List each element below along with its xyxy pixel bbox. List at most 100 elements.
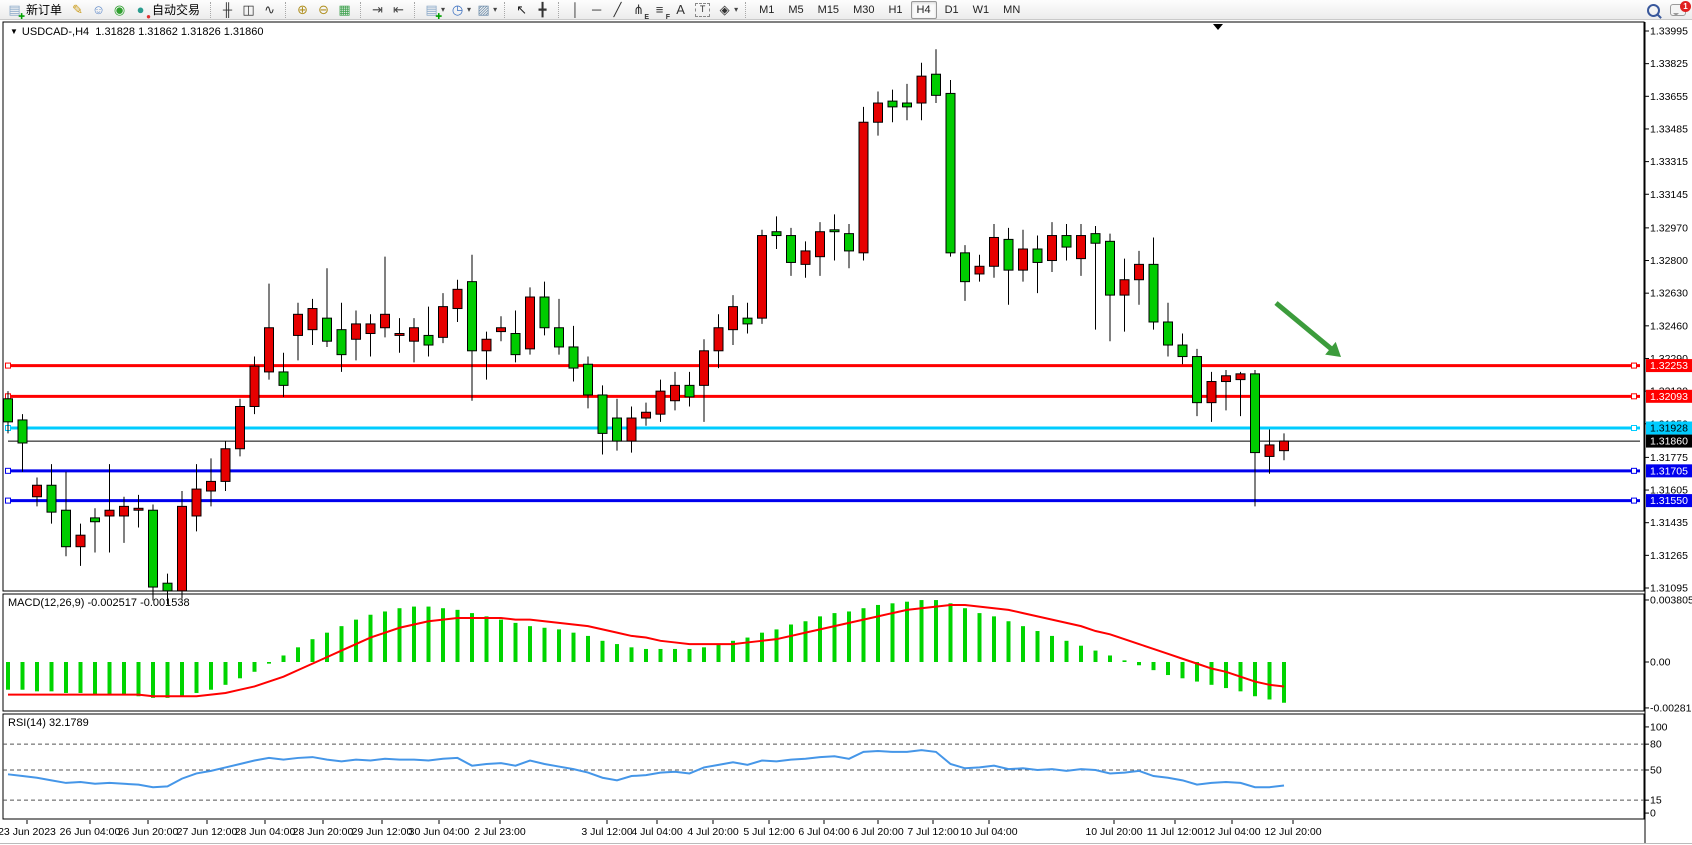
timeframe-m15-button[interactable]: M15 — [812, 1, 845, 19]
candle-body — [787, 236, 796, 263]
arrows-icon-dropdown[interactable]: ▾ — [734, 5, 738, 14]
timeframe-m1-button[interactable]: M1 — [753, 1, 780, 19]
indicators-icon[interactable]: ▤✚ — [422, 1, 441, 19]
candle-body — [540, 297, 549, 328]
timeframe-h1-button[interactable]: H1 — [882, 1, 908, 19]
rsi-tick-label: 15 — [1650, 795, 1662, 807]
cursor-icon[interactable]: ↖ — [512, 1, 531, 19]
candle-body — [381, 314, 390, 327]
price-tick-label: 1.32460 — [1650, 320, 1688, 332]
candle-body — [1106, 241, 1115, 295]
candle-body — [598, 395, 607, 433]
arrows-icon[interactable]: ◈ — [715, 1, 734, 19]
line-handle[interactable] — [1632, 468, 1637, 473]
candle-body — [47, 485, 56, 512]
text-icon[interactable]: A — [671, 1, 690, 19]
macd-pane[interactable] — [3, 594, 1644, 711]
horizontal-line-icon[interactable]: ─ — [587, 1, 606, 19]
candle-body — [830, 230, 839, 232]
zoom-in-icon[interactable]: ⊕ — [293, 1, 312, 19]
autotrade-button[interactable]: ●● — [131, 1, 150, 19]
vertical-line-icon[interactable]: │ — [566, 1, 585, 19]
candle-body — [105, 510, 114, 516]
line-chart-icon[interactable]: ∿ — [260, 1, 279, 19]
chart-shift-icon[interactable]: ⇤ — [389, 1, 408, 19]
candle-body — [1091, 234, 1100, 244]
candle-body — [221, 449, 230, 482]
candle-body — [729, 307, 738, 330]
time-tick-label: 4 Jul 20:00 — [687, 826, 739, 838]
rsi-indicator-label: RSI(14) 32.1789 — [8, 717, 89, 729]
candle-chart-icon[interactable]: ◫ — [239, 1, 258, 19]
periods-icon[interactable]: ◷ — [448, 1, 467, 19]
new-order-button[interactable]: ▤✚ — [5, 1, 24, 19]
candle-body — [468, 282, 477, 351]
candle-body — [33, 485, 42, 497]
tile-windows-icon[interactable]: ▦ — [335, 1, 354, 19]
text-label-icon[interactable]: T — [695, 3, 710, 17]
candle-body — [584, 364, 593, 395]
new-order-button-label[interactable]: 新订单 — [26, 1, 62, 18]
trendline-icon[interactable]: ╱ — [608, 1, 627, 19]
line-handle[interactable] — [6, 363, 11, 368]
community-icon[interactable]: ☺ — [89, 1, 108, 19]
time-tick-label: 12 Jul 04:00 — [1203, 826, 1260, 838]
channel-icon[interactable]: ⋔E — [629, 1, 648, 19]
autotrade-button-label[interactable]: 自动交易 — [152, 1, 200, 18]
timeframe-m30-button[interactable]: M30 — [847, 1, 880, 19]
time-tick-label: 2 Jul 23:00 — [474, 826, 526, 838]
chart-ohlc-values: 1.31828 1.31862 1.31826 1.31860 — [95, 26, 263, 38]
main-pane[interactable] — [3, 22, 1644, 591]
line-handle[interactable] — [1632, 363, 1637, 368]
candle-body — [555, 328, 564, 347]
time-tick-label: 28 Jun 20:00 — [293, 826, 354, 838]
timeframe-w1-button[interactable]: W1 — [967, 1, 996, 19]
macd-tick-label: 0.003805 — [1650, 594, 1692, 606]
chart-symbol-period: USDCAD-,H4 — [22, 26, 89, 38]
price-line-label: 1.31705 — [1650, 465, 1688, 477]
signal-icon[interactable]: ◉ — [110, 1, 129, 19]
auto-scroll-icon[interactable]: ⇥ — [368, 1, 387, 19]
collapse-triangle-icon[interactable]: ▼ — [10, 27, 18, 36]
candle-body — [1280, 441, 1289, 451]
periods-icon-dropdown[interactable]: ▾ — [467, 5, 471, 14]
candle-body — [801, 251, 810, 264]
chart-canvas[interactable]: 1.339951.338251.336551.334851.333151.331… — [0, 0, 1692, 845]
chat-icon[interactable]: 1 — [1670, 4, 1686, 16]
autotrade-button-badge: ● — [146, 13, 151, 21]
timeframe-d1-button[interactable]: D1 — [939, 1, 965, 19]
candle-body — [323, 318, 332, 341]
line-handle[interactable] — [1632, 498, 1637, 503]
price-tick-label: 1.33995 — [1650, 26, 1688, 38]
line-handle[interactable] — [6, 468, 11, 473]
toolbar-separator — [360, 2, 362, 18]
fibonacci-icon[interactable]: ≡F — [650, 1, 669, 19]
candle-body — [439, 307, 448, 338]
bar-chart-icon[interactable]: ╫ — [218, 1, 237, 19]
timeframe-h4-button[interactable]: H4 — [911, 1, 937, 19]
zoom-out-icon[interactable]: ⊖ — [314, 1, 333, 19]
toolbar-separator — [558, 2, 560, 18]
timeframe-mn-button[interactable]: MN — [997, 1, 1026, 19]
templates-icon-dropdown[interactable]: ▾ — [493, 5, 497, 14]
mt4-window: ▤✚新订单✎☺◉●●自动交易╫◫∿⊕⊖▦⇥⇤▤✚▾◷▾▨▾↖╋│─╱⋔E≡FAT… — [0, 0, 1692, 845]
candle-body — [192, 489, 201, 516]
chart-title-bar[interactable]: ▼ USDCAD-,H4 1.31828 1.31862 1.31826 1.31… — [10, 26, 264, 38]
candle-body — [410, 328, 419, 341]
line-handle[interactable] — [1632, 426, 1637, 431]
time-tick-label: 23 Jun 2023 — [0, 826, 56, 838]
line-handle[interactable] — [6, 498, 11, 503]
timeframe-m5-button[interactable]: M5 — [782, 1, 809, 19]
channel-icon-sub: E — [644, 14, 649, 21]
line-handle[interactable] — [1632, 394, 1637, 399]
time-tick-label: 6 Jul 20:00 — [852, 826, 904, 838]
templates-icon[interactable]: ▨ — [474, 1, 493, 19]
macd-tick-label: 0.00 — [1650, 657, 1671, 669]
candle-body — [874, 103, 883, 122]
search-icon[interactable] — [1647, 4, 1660, 17]
quill-icon[interactable]: ✎ — [68, 1, 87, 19]
crosshair-icon[interactable]: ╋ — [533, 1, 552, 19]
rsi-pane[interactable] — [3, 714, 1644, 819]
fibonacci-icon-sub: F — [666, 14, 670, 21]
candle-body — [1077, 236, 1086, 259]
